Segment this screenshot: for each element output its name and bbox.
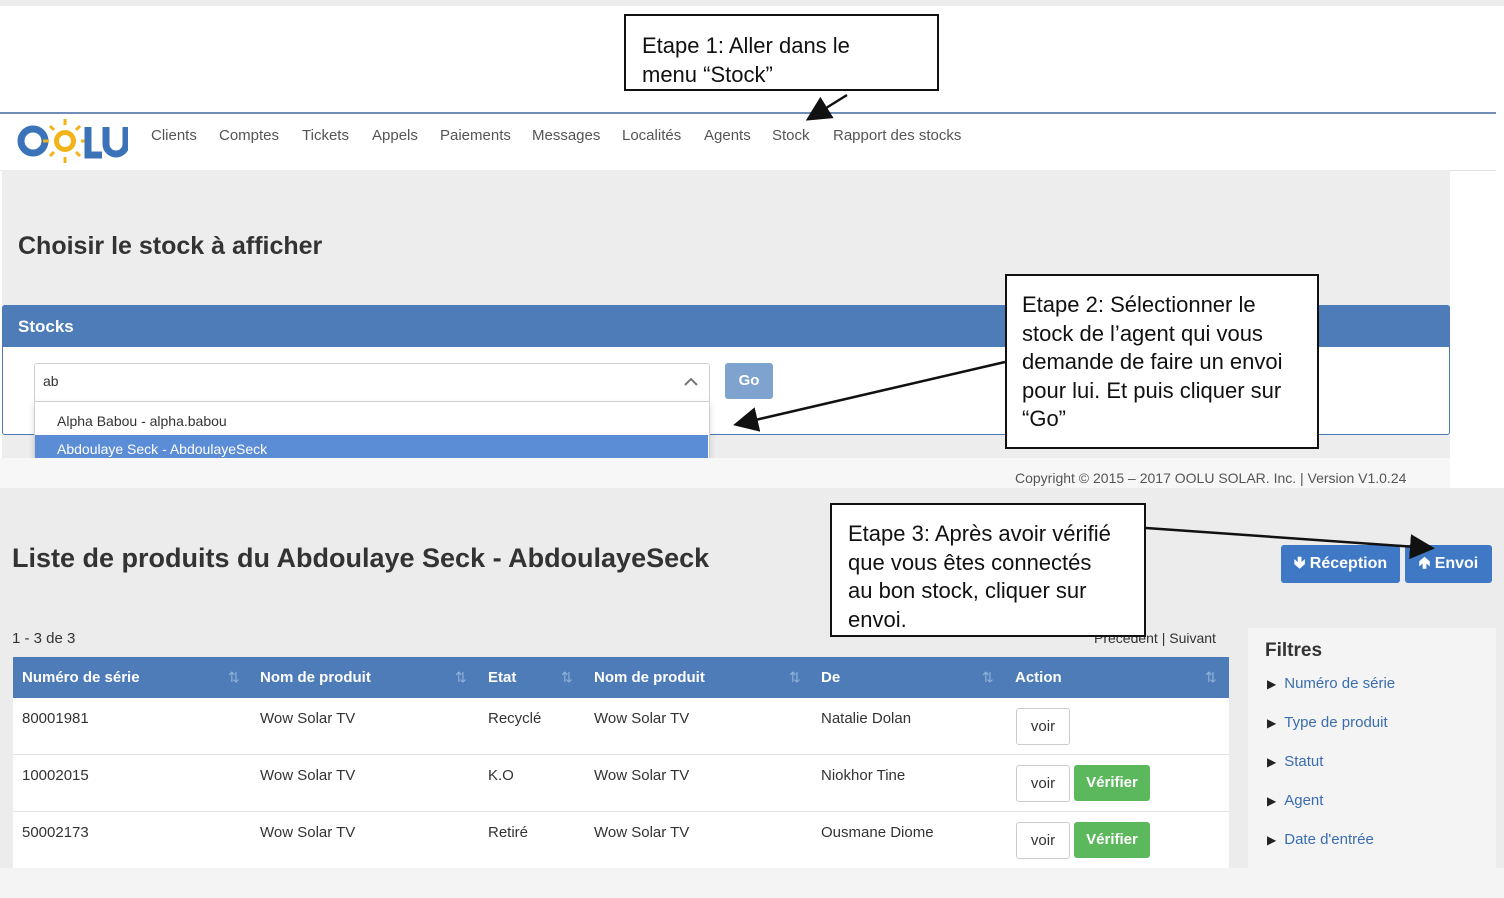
annotation-line: menu “Stock” (642, 61, 773, 87)
sort-icon[interactable]: ⇅ (228, 669, 240, 686)
stock-search-select[interactable] (34, 363, 710, 403)
nav-comptes[interactable]: Comptes (219, 127, 279, 144)
nav-stock[interactable]: Stock (772, 127, 810, 144)
annotation-line: demande de faire un envoi (1022, 349, 1283, 374)
verifier-button[interactable]: Vérifier (1074, 765, 1150, 801)
sort-icon[interactable]: ⇅ (789, 669, 801, 686)
caret-right-icon: ▶ (1267, 716, 1277, 730)
annotation-line: Etape 1: Aller dans le (642, 33, 850, 58)
annotation-step2: Etape 2: Sélectionner le stock de l’agen… (1005, 274, 1319, 449)
nav-paiements[interactable]: Paiements (440, 127, 511, 144)
chevron-up-icon[interactable] (684, 374, 698, 390)
annotation-line: stock de l’agent qui vous (1022, 320, 1263, 346)
product-list-title: Liste de produits du Abdoulaye Seck - Ab… (12, 543, 710, 573)
annotation-line: pour lui. Et puis cliquer sur (1022, 377, 1282, 403)
caret-right-icon: ▶ (1267, 794, 1277, 808)
cell-state: Retiré (488, 824, 529, 841)
cell-product-2: Wow Solar TV (594, 824, 690, 841)
annotation-line: au bon stock, cliquer sur (848, 578, 1087, 603)
cell-serial: 50002173 (22, 824, 89, 841)
bottom-margin (0, 868, 1504, 898)
annotation-line: Etape 3: Après avoir vérifié (848, 521, 1111, 546)
column-header-product-2[interactable]: Nom de produit (594, 669, 705, 686)
filters-title: Filtres (1265, 640, 1323, 661)
row-divider (13, 811, 1229, 812)
cell-from: Niokhor Tine (821, 767, 906, 784)
voir-button[interactable]: voir (1016, 765, 1070, 802)
nav-clients[interactable]: Clients (151, 127, 197, 144)
nav-rapport-des-stocks[interactable]: Rapport des stocks (833, 127, 961, 144)
cell-product: Wow Solar TV (260, 824, 356, 841)
annotation-step1: Etape 1: Aller dans le menu “Stock” (624, 14, 939, 91)
cell-product-2: Wow Solar TV (594, 767, 690, 784)
cell-serial: 10002015 (22, 767, 89, 784)
cell-state: Recyclé (488, 710, 542, 727)
arrow-down-icon: 🢃 (1293, 555, 1306, 572)
envoi-button[interactable]: 🢁 Envoi (1405, 545, 1492, 583)
caret-right-icon: ▶ (1267, 755, 1277, 769)
column-header-serial[interactable]: Numéro de série (22, 669, 140, 686)
arrow-up-icon: 🢁 (1418, 555, 1431, 572)
result-count: 1 - 3 de 3 (12, 630, 76, 647)
filter-label: Type de produit (1284, 714, 1388, 731)
sort-icon[interactable]: ⇅ (561, 669, 573, 686)
cell-state: K.O (488, 767, 514, 784)
column-header-action[interactable]: Action (1015, 669, 1062, 686)
caret-right-icon: ▶ (1267, 677, 1277, 691)
sort-icon[interactable]: ⇅ (455, 669, 467, 686)
sort-icon[interactable]: ⇅ (1205, 669, 1217, 686)
top-strip (0, 0, 1504, 6)
filter-status[interactable]: ▶ Statut (1267, 753, 1323, 770)
nav-appels[interactable]: Appels (372, 127, 418, 144)
filter-label: Date d'entrée (1284, 831, 1374, 848)
cell-from: Natalie Dolan (821, 710, 912, 727)
annotation-line: envoi. (848, 606, 907, 632)
cell-product-2: Wow Solar TV (594, 710, 690, 727)
envoi-label: Envoi (1434, 555, 1479, 572)
annotation-line: “Go” (1022, 406, 1066, 431)
stocks-panel-title: Stocks (18, 317, 74, 336)
verifier-button[interactable]: Vérifier (1074, 822, 1150, 858)
filter-product-type[interactable]: ▶ Type de produit (1267, 714, 1388, 731)
caret-right-icon: ▶ (1267, 833, 1277, 847)
filter-label: Statut (1284, 753, 1324, 770)
nav-localites[interactable]: Localités (622, 127, 681, 144)
copyright-text: Copyright © 2015 – 2017 OOLU SOLAR. Inc.… (1015, 470, 1407, 486)
sun-icon (43, 119, 87, 163)
oolu-logo[interactable] (16, 116, 128, 164)
annotation-step3: Etape 3: Après avoir vérifié que vous êt… (830, 503, 1146, 637)
cell-from: Ousmane Diome (821, 824, 934, 841)
nav-agents[interactable]: Agents (704, 127, 751, 144)
dropdown-option-alpha-babou[interactable]: Alpha Babou - alpha.babou (35, 407, 708, 435)
filter-label: Agent (1284, 792, 1324, 809)
page-title: Choisir le stock à afficher (18, 232, 323, 260)
annotation-line: Etape 2: Sélectionner le (1022, 292, 1256, 317)
nav-messages[interactable]: Messages (532, 127, 600, 144)
cell-product: Wow Solar TV (260, 767, 356, 784)
filter-serial-number[interactable]: ▶ Numéro de série (1267, 675, 1395, 692)
voir-button[interactable]: voir (1016, 708, 1070, 745)
filter-agent[interactable]: ▶ Agent (1267, 792, 1323, 809)
annotation-line: que vous êtes connectés (848, 549, 1092, 575)
cell-serial: 80001981 (22, 710, 89, 727)
filter-entry-date[interactable]: ▶ Date d'entrée (1267, 831, 1374, 848)
column-header-state[interactable]: Etat (488, 669, 516, 686)
filter-label: Numéro de série (1284, 675, 1396, 692)
column-header-from[interactable]: De (821, 669, 840, 686)
nav-tickets[interactable]: Tickets (302, 127, 349, 144)
reception-label: Réception (1309, 555, 1388, 572)
sort-icon[interactable]: ⇅ (982, 669, 994, 686)
voir-button[interactable]: voir (1016, 822, 1070, 859)
column-header-product[interactable]: Nom de produit (260, 669, 371, 686)
cell-product: Wow Solar TV (260, 710, 356, 727)
reception-button[interactable]: 🢃 Réception (1281, 545, 1400, 583)
row-divider (13, 754, 1229, 755)
go-button[interactable]: Go (725, 363, 773, 399)
stock-search-input[interactable]: ab (43, 373, 59, 389)
